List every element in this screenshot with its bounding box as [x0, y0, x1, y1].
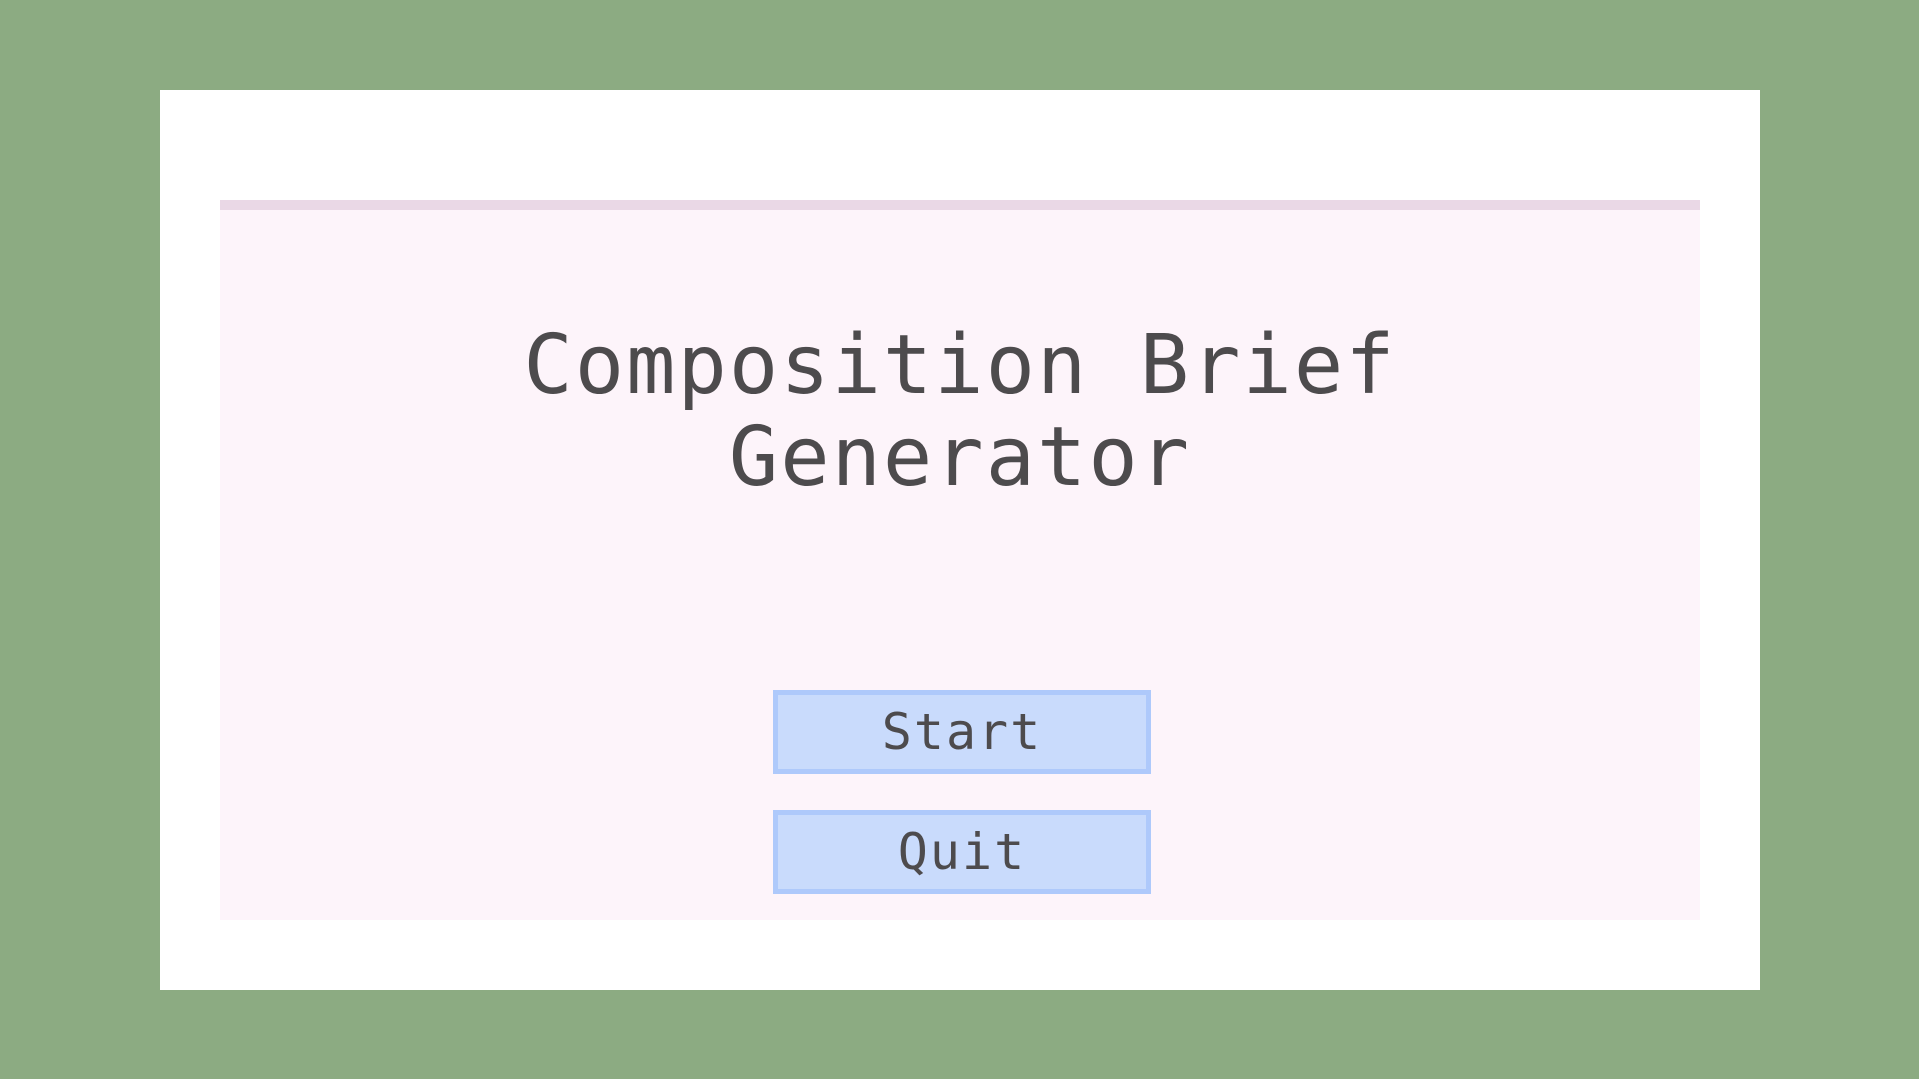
game-title: Composition Brief Generator — [220, 320, 1700, 504]
start-button-label: Start — [881, 703, 1043, 761]
start-button[interactable]: Start — [773, 690, 1151, 774]
game-window: Composition Brief Generator Start Quit — [160, 90, 1760, 990]
panel-top-bar — [220, 200, 1700, 210]
title-line-2: Generator — [728, 410, 1192, 505]
main-menu-panel: Composition Brief Generator Start Quit — [220, 200, 1700, 920]
quit-button-label: Quit — [897, 823, 1027, 881]
quit-button[interactable]: Quit — [773, 810, 1151, 894]
title-line-1: Composition Brief — [523, 318, 1397, 413]
